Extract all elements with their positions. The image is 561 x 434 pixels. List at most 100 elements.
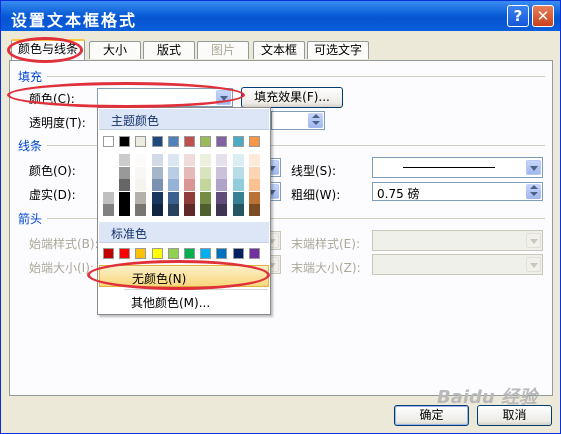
theme-shade-swatch[interactable] bbox=[151, 154, 163, 166]
chevron-down-icon bbox=[526, 233, 541, 248]
chevron-down-icon bbox=[526, 257, 541, 272]
transparency-spinner[interactable] bbox=[271, 111, 325, 130]
theme-shade-swatch[interactable] bbox=[167, 191, 179, 204]
theme-shade-swatch[interactable] bbox=[151, 204, 163, 216]
theme-shade-swatch[interactable] bbox=[248, 179, 260, 191]
theme-shade-swatch[interactable] bbox=[200, 154, 212, 166]
theme-shade-swatch[interactable] bbox=[167, 204, 179, 216]
theme-shade-swatch[interactable] bbox=[119, 204, 131, 216]
no-color-option[interactable]: 无颜色(N) bbox=[99, 265, 269, 287]
theme-shade-swatch[interactable] bbox=[135, 166, 147, 179]
theme-shade-swatch[interactable] bbox=[151, 179, 163, 191]
line-weight-value: 0.75 磅 bbox=[377, 187, 420, 201]
theme-shade-swatch[interactable] bbox=[135, 179, 147, 191]
theme-shade-swatch[interactable] bbox=[200, 204, 212, 216]
end-style-combo bbox=[372, 230, 543, 251]
standard-color-swatch[interactable] bbox=[119, 248, 131, 259]
chevron-down-icon[interactable] bbox=[216, 90, 231, 105]
spin-arrows-icon[interactable] bbox=[526, 184, 541, 199]
theme-color-swatch[interactable] bbox=[248, 136, 260, 147]
theme-shade-swatch[interactable] bbox=[232, 179, 244, 191]
close-button[interactable]: ✕ bbox=[532, 5, 554, 27]
theme-shade-swatch[interactable] bbox=[184, 204, 195, 216]
theme-shade-swatch[interactable] bbox=[151, 166, 163, 179]
watermark: Baidu 经验 bbox=[437, 387, 538, 408]
theme-shade-swatch[interactable] bbox=[167, 166, 179, 179]
tab-color-and-lines[interactable]: 颜色与线条 bbox=[11, 39, 85, 61]
theme-shade-swatch[interactable] bbox=[248, 154, 260, 166]
standard-color-swatch[interactable] bbox=[103, 248, 114, 259]
standard-colors-header: 标准色 bbox=[99, 222, 269, 243]
theme-shade-swatch[interactable] bbox=[119, 166, 131, 179]
more-colors-option[interactable]: 其他颜色(M)... bbox=[99, 290, 269, 312]
help-button[interactable]: ? bbox=[507, 5, 529, 27]
theme-shade-swatch[interactable] bbox=[184, 179, 195, 191]
theme-shade-swatch[interactable] bbox=[135, 204, 147, 216]
standard-color-swatch[interactable] bbox=[248, 248, 260, 259]
theme-shade-swatch[interactable] bbox=[167, 179, 179, 191]
transparency-label: 透明度(T): bbox=[29, 116, 86, 130]
theme-color-swatch[interactable] bbox=[200, 136, 212, 147]
theme-color-swatch[interactable] bbox=[184, 136, 195, 147]
standard-color-swatch[interactable] bbox=[135, 248, 147, 259]
tab-layout[interactable]: 版式 bbox=[143, 41, 195, 59]
theme-shade-swatch[interactable] bbox=[248, 166, 260, 179]
theme-shade-swatch[interactable] bbox=[200, 166, 212, 179]
theme-shade-swatch[interactable] bbox=[135, 191, 147, 204]
theme-shade-swatch[interactable] bbox=[135, 154, 147, 166]
theme-shade-swatch[interactable] bbox=[184, 154, 195, 166]
standard-color-swatch[interactable] bbox=[200, 248, 212, 259]
theme-shade-swatch[interactable] bbox=[248, 191, 260, 204]
theme-shade-swatch[interactable] bbox=[232, 166, 244, 179]
theme-color-swatch[interactable] bbox=[167, 136, 179, 147]
theme-shade-swatch[interactable] bbox=[103, 166, 114, 179]
standard-color-swatch[interactable] bbox=[167, 248, 179, 259]
theme-shade-swatch[interactable] bbox=[216, 166, 228, 179]
theme-shade-swatch[interactable] bbox=[216, 179, 228, 191]
line-style-combo[interactable] bbox=[372, 157, 543, 178]
theme-shade-swatch[interactable] bbox=[103, 204, 114, 216]
theme-shade-swatch[interactable] bbox=[167, 154, 179, 166]
standard-color-swatch[interactable] bbox=[232, 248, 244, 259]
theme-color-swatch[interactable] bbox=[103, 136, 114, 147]
standard-color-swatch[interactable] bbox=[216, 248, 228, 259]
spin-arrows-icon[interactable] bbox=[308, 113, 323, 128]
theme-color-swatch[interactable] bbox=[151, 136, 163, 147]
end-size-combo bbox=[372, 254, 543, 275]
theme-shade-swatch[interactable] bbox=[216, 204, 228, 216]
theme-shade-swatch[interactable] bbox=[119, 154, 131, 166]
theme-shade-swatch[interactable] bbox=[216, 154, 228, 166]
fill-effects-button[interactable]: 填充效果(F)... bbox=[241, 87, 343, 108]
theme-shade-swatch[interactable] bbox=[232, 191, 244, 204]
theme-shade-swatch[interactable] bbox=[184, 191, 195, 204]
theme-color-swatch[interactable] bbox=[119, 136, 131, 147]
tab-size[interactable]: 大小 bbox=[89, 41, 141, 59]
theme-shade-swatch[interactable] bbox=[103, 191, 114, 204]
theme-color-swatch[interactable] bbox=[135, 136, 147, 147]
tab-textbox[interactable]: 文本框 bbox=[253, 41, 305, 59]
theme-shade-swatch[interactable] bbox=[200, 191, 212, 204]
theme-shade-swatch[interactable] bbox=[184, 166, 195, 179]
theme-shade-swatch[interactable] bbox=[200, 179, 212, 191]
theme-shade-swatch[interactable] bbox=[232, 154, 244, 166]
theme-shade-swatch[interactable] bbox=[151, 191, 163, 204]
tab-alt-text[interactable]: 可选文字 bbox=[307, 41, 369, 59]
end-style-label: 末端样式(E): bbox=[291, 237, 360, 251]
theme-shade-swatch[interactable] bbox=[103, 179, 114, 191]
theme-shade-swatch[interactable] bbox=[216, 191, 228, 204]
dialog-title: 设置文本框格式 bbox=[11, 11, 138, 30]
theme-shade-swatch[interactable] bbox=[232, 204, 244, 216]
theme-color-swatch[interactable] bbox=[232, 136, 244, 147]
theme-shade-swatch[interactable] bbox=[248, 204, 260, 216]
chevron-down-icon[interactable] bbox=[526, 160, 541, 175]
theme-color-swatch[interactable] bbox=[216, 136, 228, 147]
theme-shade-swatch[interactable] bbox=[103, 154, 114, 166]
standard-color-swatch[interactable] bbox=[151, 248, 163, 259]
fill-color-label: 颜色(C): bbox=[29, 92, 75, 106]
theme-shade-swatch[interactable] bbox=[119, 179, 131, 191]
standard-color-swatch[interactable] bbox=[184, 248, 195, 259]
theme-shade-swatch[interactable] bbox=[119, 191, 131, 204]
theme-colors-header: 主题颜色 bbox=[99, 109, 269, 130]
fill-color-combo[interactable] bbox=[97, 88, 233, 107]
line-weight-spinner[interactable]: 0.75 磅 bbox=[372, 182, 543, 201]
